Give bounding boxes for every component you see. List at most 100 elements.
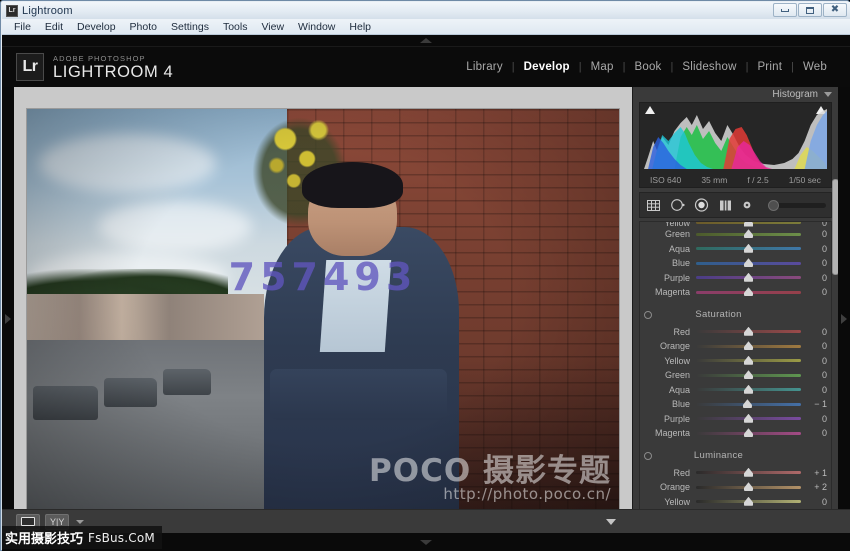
slider-knob[interactable] [744,287,753,296]
title-bar: Lr Lightroom ✖ [2,2,850,19]
red-eye-tool-icon[interactable] [693,197,710,214]
slider-track[interactable] [696,388,801,391]
slider-knob[interactable] [744,497,753,506]
slider-track[interactable] [696,417,801,420]
photo-preview[interactable]: 757493 POCO 摄影专题 http://photo.poco.cn/ [27,109,619,529]
graduated-filter-tool-icon[interactable] [717,197,734,214]
slider-value[interactable]: 0 [801,414,827,424]
module-book[interactable]: Book [625,61,670,73]
menu-tools[interactable]: Tools [216,20,255,34]
slider-label: Blue [644,399,696,409]
slider-knob[interactable] [744,244,753,253]
slider-track[interactable] [696,330,801,333]
module-develop[interactable]: Develop [515,61,579,73]
slider-value[interactable]: 0 [801,221,827,227]
menu-file[interactable]: File [7,20,38,34]
target-adjust-icon[interactable] [644,311,652,319]
identity-subtitle: ADOBE PHOTOSHOP [53,54,173,63]
menu-window[interactable]: Window [291,20,342,34]
slider-knob[interactable] [744,385,753,394]
slider-value[interactable]: 0 [801,497,827,507]
slider-knob[interactable] [744,229,753,238]
slider-track[interactable] [696,403,801,406]
chevron-up-icon [420,38,432,43]
chevron-down-icon[interactable] [824,92,832,97]
slider-track[interactable] [696,276,801,279]
slider-track[interactable] [696,374,801,377]
histogram-exif: ISO 640 35 mm f / 2.5 1/50 sec [640,175,831,185]
slider-knob[interactable] [744,428,753,437]
slider-knob[interactable] [743,399,752,408]
slider-knob[interactable] [744,482,753,491]
module-print[interactable]: Print [748,61,791,73]
workspace-content: 757493 POCO 摄影专题 http://photo.poco.cn/ H… [2,87,850,551]
module-map[interactable]: Map [582,61,623,73]
spot-removal-tool-icon[interactable] [669,197,686,214]
slider-knob[interactable] [744,341,753,350]
target-adjust-icon[interactable] [644,452,652,460]
close-icon: ✖ [831,6,839,14]
slider-track[interactable] [696,262,801,265]
slider-track[interactable] [696,432,801,435]
slider-track[interactable] [696,233,801,236]
menu-develop[interactable]: Develop [70,20,123,34]
toolbar-options-button[interactable] [604,515,618,529]
slider-track[interactable] [696,291,801,294]
module-web[interactable]: Web [794,61,836,73]
menu-photo[interactable]: Photo [123,20,164,34]
slider-knob[interactable] [744,327,753,336]
slider-value[interactable]: 0 [801,385,827,395]
slider-track[interactable] [696,471,801,474]
application-window: Lr Lightroom ✖ File Edit Develop Photo S… [0,0,850,551]
slider-knob[interactable] [744,258,753,267]
slider-track[interactable] [696,221,801,224]
slider-value[interactable]: 0 [801,370,827,380]
slider-value[interactable]: 0 [801,287,827,297]
hsl-group-title: Luminance [656,450,831,461]
menu-view[interactable]: View [254,20,291,34]
slider-knob[interactable] [744,468,753,477]
slider-value[interactable]: 0 [801,244,827,254]
slider-value[interactable]: + 2 [801,482,827,492]
slider-value[interactable]: − 1 [801,399,827,409]
slider-value[interactable]: 0 [801,356,827,366]
maximize-button[interactable] [798,3,822,17]
slider-value[interactable]: 0 [801,229,827,239]
slider-knob[interactable] [744,370,753,379]
module-slideshow[interactable]: Slideshow [673,61,745,73]
minimize-button[interactable] [773,3,797,17]
menu-help[interactable]: Help [342,20,378,34]
left-panel-collapse-handle[interactable] [2,87,14,551]
slider-track[interactable] [696,486,801,489]
slider-value[interactable]: 0 [801,341,827,351]
menu-edit[interactable]: Edit [38,20,70,34]
histogram-panel[interactable]: ISO 640 35 mm f / 2.5 1/50 sec [639,102,832,188]
slider-row: Orange0 [640,339,831,354]
slider-knob[interactable] [744,273,753,282]
menu-settings[interactable]: Settings [164,20,216,34]
module-library[interactable]: Library [457,61,512,73]
slider-knob[interactable] [744,221,753,227]
close-button[interactable]: ✖ [823,3,847,17]
top-panel-collapse-handle[interactable] [2,35,850,47]
slider-knob[interactable] [744,414,753,423]
slider-value[interactable]: 0 [801,258,827,268]
right-panel-collapse-handle[interactable] [838,87,850,551]
slider-value[interactable]: 0 [801,428,827,438]
identity-plate[interactable]: Lr ADOBE PHOTOSHOP LIGHTROOM 4 [16,53,173,82]
histogram-header[interactable]: Histogram [633,87,838,101]
chevron-down-icon[interactable] [76,520,84,524]
brush-size-slider[interactable] [768,203,826,208]
hsl-color-panel: Yellow0Green0Aqua0Blue0Purple0Magenta0Sa… [639,221,832,513]
slider-value[interactable]: 0 [801,327,827,337]
crop-overlay-tool-icon[interactable] [645,197,662,214]
slider-value[interactable]: + 1 [801,468,827,478]
brush-size-knob[interactable] [768,200,779,211]
adjustment-brush-tool-icon[interactable] [741,197,758,214]
slider-value[interactable]: 0 [801,273,827,283]
slider-track[interactable] [696,500,801,503]
slider-track[interactable] [696,345,801,348]
slider-track[interactable] [696,247,801,250]
slider-track[interactable] [696,359,801,362]
slider-knob[interactable] [744,356,753,365]
